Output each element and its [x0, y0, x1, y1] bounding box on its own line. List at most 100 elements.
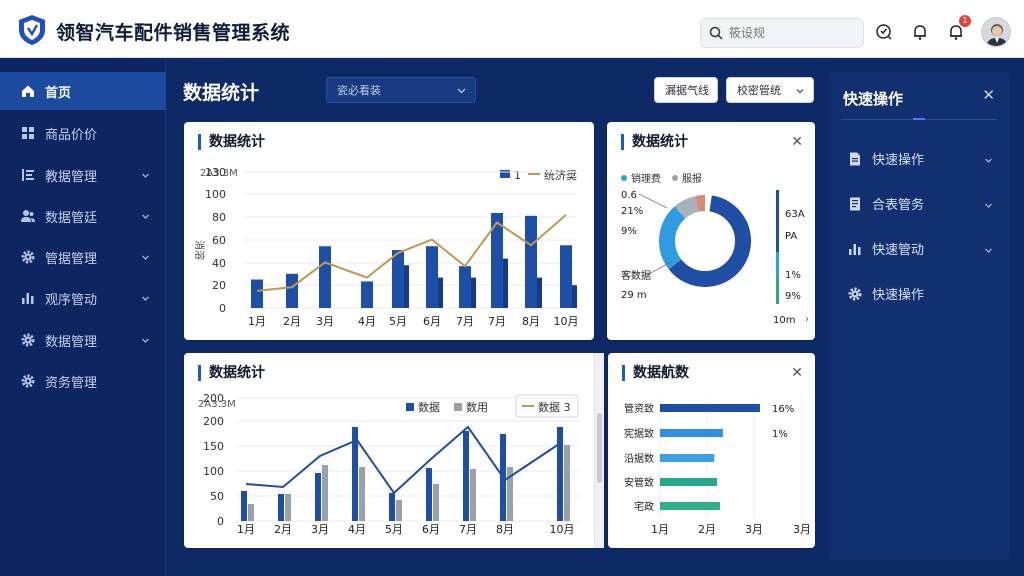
bar-chart-icon — [847, 241, 861, 255]
home-icon — [20, 83, 36, 99]
search-box[interactable] — [700, 18, 864, 48]
bar — [251, 279, 263, 308]
x-tick-label: 6月 — [422, 523, 440, 536]
file-icon — [847, 196, 861, 211]
footer-label: 10m — [773, 315, 795, 326]
bar — [433, 484, 439, 521]
notification-bell-icon[interactable]: 1 — [944, 15, 971, 44]
sidebar-item-7[interactable]: 资务管理 — [0, 362, 166, 400]
sidebar-item-0[interactable]: 首页 — [0, 72, 166, 110]
panel-item-0[interactable]: 快速操作 — [847, 146, 997, 170]
search-icon — [709, 26, 723, 40]
period-select[interactable]: 瓷必看装 — [326, 77, 476, 103]
legend-swatch — [500, 170, 510, 178]
value-label: 1% — [772, 429, 788, 440]
y-tick-label: 0 — [217, 515, 224, 528]
x-tick-label: 4月 — [358, 315, 376, 328]
bar — [776, 190, 779, 252]
sidebar-item-6[interactable]: 数据管理 — [0, 321, 166, 359]
bar — [525, 215, 537, 308]
chevron-right-icon: › — [805, 314, 809, 325]
bar — [396, 500, 402, 521]
legend-swatch — [621, 175, 627, 181]
sidebar-item-label: 首页 — [45, 85, 72, 101]
y-tick-label: 200 — [203, 392, 224, 405]
sidebar-item-1[interactable]: 商品价价 — [0, 114, 166, 152]
stats-card-top-left: 数据统计 2A3.3M 消溶 1 统济奨 0 20 40 60 80 100 130 1月 2月 3月 4月… — [184, 122, 594, 340]
y-tick-label: 130 — [205, 166, 226, 179]
bar — [660, 502, 720, 510]
bell-icon[interactable] — [908, 20, 932, 44]
bar — [361, 281, 373, 308]
bar-line-chart: 2A3.3M 数据 数用 数据 30501001502002001月 2月 3月 4月 5月 6… — [198, 392, 579, 536]
x-tick-label: 10月 — [554, 315, 579, 328]
users-icon — [20, 208, 36, 224]
pie-label: 29 m — [621, 290, 647, 301]
bar — [572, 285, 577, 308]
bar — [426, 246, 438, 308]
y-axis-label: 消溶 — [193, 240, 206, 260]
x-tick-label: 5月 — [389, 315, 407, 328]
chevron-down-icon — [141, 210, 150, 225]
sidebar-item-5[interactable]: 观序管动 — [0, 279, 166, 317]
scrollbar[interactable] — [594, 353, 604, 548]
quick-actions-panel: 快速操作 ✕ 快速操作 合表管务 快速管动 快速操作 — [829, 72, 1009, 560]
bar — [459, 266, 471, 308]
filter-button[interactable]: 漏据气线 — [654, 77, 718, 103]
gear-icon — [20, 373, 36, 389]
bar — [564, 445, 570, 521]
bar — [248, 504, 254, 521]
panel-title: 快速操作 — [843, 90, 904, 108]
sidebar-item-label: 资务管理 — [45, 375, 98, 391]
category-label: 宅政 — [634, 500, 654, 513]
y-tick-label: 0 — [219, 302, 226, 315]
panel-item-1[interactable]: 合表管务 — [847, 191, 997, 215]
y-tick-label: 100 — [203, 465, 224, 478]
y-tick-label: 100 — [205, 188, 226, 201]
stats-card-top-right: 数据统计 ✕ 销理费 服报 0.6 21% 9% 客数据 29 m 63A PA 1% 9% 10m › — [607, 122, 815, 340]
x-tick-label: 1月 — [651, 523, 669, 536]
y-tick-label: 40 — [212, 257, 226, 270]
pie-value-label: 9% — [785, 291, 801, 302]
x-tick-label: 2月 — [274, 523, 292, 536]
x-tick-label: 3月 — [793, 523, 811, 536]
bar — [404, 265, 409, 308]
legend-label: 1 — [514, 169, 521, 182]
help-icon[interactable] — [872, 20, 896, 44]
category-label: 宪据致 — [624, 427, 654, 440]
y-tick-label: 50 — [210, 490, 224, 503]
top-header: 领智汽车配件销售管理系统 1 — [0, 0, 1024, 58]
legend-label: 统济奨 — [544, 168, 577, 182]
bar — [278, 494, 284, 521]
panel-item-2[interactable]: 快速管动 — [847, 236, 997, 260]
bar — [537, 277, 542, 308]
chevron-down-icon — [796, 89, 804, 94]
sidebar-item-2[interactable]: 教据管理 — [0, 156, 166, 194]
panel-divider — [841, 118, 997, 120]
pie-label: 客数据 — [621, 269, 651, 282]
x-tick-label: 2月 — [698, 523, 716, 536]
search-input[interactable] — [729, 26, 849, 40]
panel-item-3[interactable]: 快速操作 — [847, 281, 997, 305]
x-tick-label: 7月 — [488, 315, 506, 328]
donut-chart: 销理费 服报 0.6 21% 9% 客数据 29 m 63A PA 1% 9% 10m › — [621, 172, 809, 326]
bar — [660, 404, 760, 412]
gear-icon — [20, 332, 36, 348]
pie-label: 9% — [621, 226, 637, 237]
bar-line-chart: 2A3.3M消溶1 统济奨0204060801001301月 2月 3月 4月 5月 6月 7… — [193, 166, 579, 328]
x-tick-label: 8月 — [496, 523, 514, 536]
panel-item-label: 合表管务 — [872, 197, 925, 213]
sidebar-item-3[interactable]: 数据管廷 — [0, 197, 166, 235]
bar — [503, 258, 508, 308]
bar — [471, 277, 476, 308]
bar — [776, 278, 779, 304]
sort-select[interactable]: 校密管统 — [726, 77, 814, 103]
grid-icon — [20, 125, 36, 141]
avatar[interactable] — [981, 17, 1011, 47]
x-tick-label: 1月 — [248, 315, 266, 328]
panel-item-label: 快速操作 — [872, 152, 925, 168]
bar — [660, 478, 718, 486]
x-tick-label: 1月 — [237, 523, 255, 536]
sidebar-item-4[interactable]: 管据管理 — [0, 238, 166, 276]
close-icon[interactable]: ✕ — [982, 86, 995, 104]
